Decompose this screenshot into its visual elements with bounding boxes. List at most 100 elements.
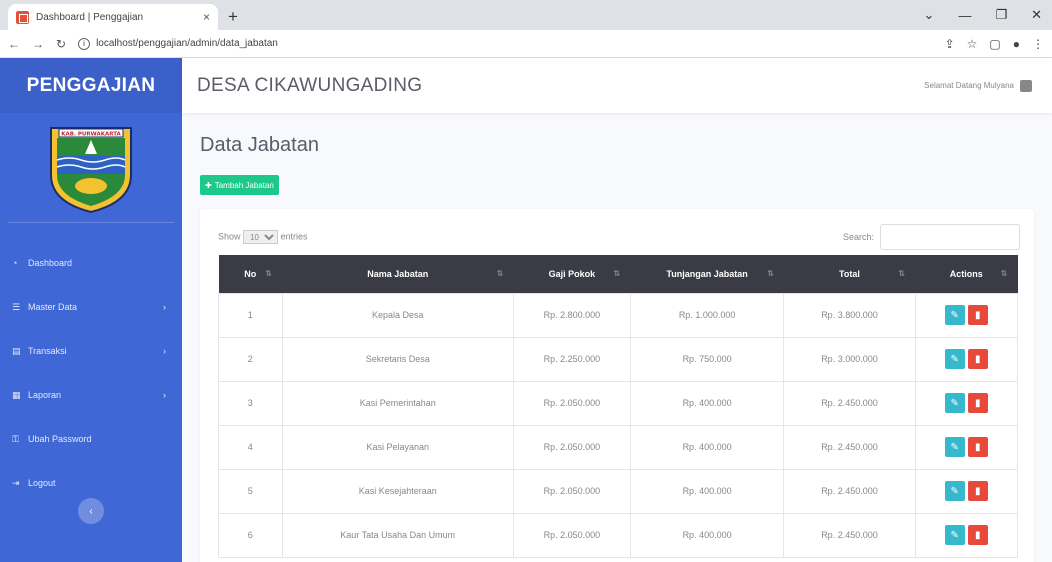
sidebar-item-label: Dashboard <box>28 258 73 268</box>
actions-cell: ✎ ▮ <box>914 292 1019 338</box>
column-header-label: Total <box>839 268 860 279</box>
sidebar-menu: ◔ Dashboard ☰ Master Data › ▤ Transaksi › ▦ Lapor… <box>0 241 182 505</box>
edit-button[interactable]: ✎ <box>944 481 965 501</box>
sidebar-item-laporan[interactable]: ▦ Laporan › <box>0 373 182 417</box>
close-tab-icon[interactable]: × <box>203 10 210 24</box>
sidebar-toggle-button[interactable]: ‹ <box>78 498 104 524</box>
sidebar-item-label: Transaksi <box>28 346 67 356</box>
delete-button[interactable]: ▮ <box>967 393 988 413</box>
village-logo: KAB. PURWAKARTA <box>8 113 174 223</box>
table-cell: Rp. 2.450.000 <box>783 380 916 426</box>
trash-icon: ▮ <box>974 397 981 409</box>
back-icon[interactable]: ← <box>8 37 20 51</box>
edit-button[interactable]: ✎ <box>944 525 965 545</box>
sort-icon: ⇅ <box>898 268 906 278</box>
report-icon: ▦ <box>12 389 21 400</box>
chevron-right-icon: › <box>163 346 166 356</box>
tab-search-icon[interactable]: ⌄ <box>924 7 935 23</box>
entries-select[interactable]: 10 <box>243 230 279 244</box>
address-bar: ← → ↻ i localhost/penggajian/admin/data_… <box>0 30 1052 58</box>
column-header[interactable]: Actions ⇅ <box>915 255 1018 293</box>
table-cell: Kasi Pemerintahan <box>281 380 514 426</box>
dashboard-icon: ◔ <box>12 258 18 268</box>
table-cell: Rp. 2.050.000 <box>513 424 631 470</box>
user-menu[interactable]: Selamat Datang Mulyana <box>924 79 1032 92</box>
logout-icon: ⇥ <box>12 477 20 488</box>
sidebar-item-master-data[interactable]: ☰ Master Data › <box>0 285 182 329</box>
table-cell: Rp. 400.000 <box>629 380 785 426</box>
table-cell: Kepala Desa <box>281 292 514 338</box>
row-actions: ✎ ▮ <box>916 525 1017 545</box>
url-field[interactable]: i localhost/penggajian/admin/data_jabata… <box>78 37 933 50</box>
column-header-label: Nama Jabatan <box>367 268 429 279</box>
actions-cell: ✎ ▮ <box>914 336 1019 382</box>
tab-title: Dashboard | Penggajian <box>36 11 144 23</box>
delete-button[interactable]: ▮ <box>967 481 988 501</box>
menu-kebab-icon[interactable]: ⋮ <box>1032 37 1044 51</box>
row-actions: ✎ ▮ <box>916 481 1017 501</box>
share-icon[interactable]: ⇪ <box>945 37 955 51</box>
table-cell: Rp. 2.050.000 <box>513 512 631 558</box>
column-header[interactable]: Gaji Pokok ⇅ <box>513 255 631 293</box>
edit-icon: ✎ <box>950 353 959 365</box>
table-row: 5 Kasi Kesejahteraan Rp. 2.050.000 Rp. 400.… <box>218 468 1019 514</box>
edit-icon: ✎ <box>950 309 959 321</box>
new-tab-icon[interactable]: + <box>228 7 238 27</box>
sidebar-brand[interactable]: PENGGAJIAN <box>0 58 182 113</box>
search-control: Search: <box>843 224 1020 250</box>
minimize-icon[interactable]: — <box>958 8 971 23</box>
actions-cell: ✎ ▮ <box>914 468 1019 514</box>
table-cell: Rp. 2.450.000 <box>783 512 916 558</box>
edit-icon: ✎ <box>950 397 959 409</box>
table-cell: Rp. 400.000 <box>629 424 785 470</box>
lock-icon: ⚿ <box>12 433 19 444</box>
actions-cell: ✎ ▮ <box>914 380 1019 426</box>
browser-tab[interactable]: Dashboard | Penggajian × <box>8 4 218 30</box>
sort-icon: ⇅ <box>265 268 272 278</box>
delete-button[interactable]: ▮ <box>967 525 988 545</box>
edit-button[interactable]: ✎ <box>944 393 965 413</box>
restore-icon[interactable]: ❐ <box>995 7 1007 23</box>
column-header[interactable]: No ⇅ <box>218 255 282 293</box>
table-header-row: No ⇅ Nama Jabatan ⇅ Gaji Pokok ⇅ Tunjangan Jab… <box>218 255 1018 293</box>
jabatan-table: No ⇅ Nama Jabatan ⇅ Gaji Pokok ⇅ Tunjangan Jab… <box>218 255 1019 558</box>
edit-button[interactable]: ✎ <box>944 349 965 369</box>
forward-icon[interactable]: → <box>32 37 44 51</box>
table-cell: Kasi Kesejahteraan <box>281 468 514 514</box>
edit-button[interactable]: ✎ <box>944 305 965 325</box>
reload-icon[interactable]: ↻ <box>56 37 66 51</box>
row-actions: ✎ ▮ <box>916 437 1017 457</box>
column-header[interactable]: Tunjangan Jabatan ⇅ <box>630 255 784 293</box>
column-header[interactable]: Total ⇅ <box>783 255 916 293</box>
edit-button[interactable]: ✎ <box>944 437 965 457</box>
table-cell: Rp. 750.000 <box>629 336 785 382</box>
sidebar-item-label: Laporan <box>28 390 62 400</box>
entries-control: Show 10 entries <box>218 230 308 244</box>
plus-icon: ✚ <box>205 180 212 190</box>
topbar: DESA CIKAWUNGADING Selamat Datang Mulyan… <box>182 58 1052 113</box>
table-row: 6 Kaur Tata Usaha Dan Umum Rp. 2.050.000 Rp… <box>218 512 1019 558</box>
table-cell: Kasi Pelayanan <box>281 424 514 470</box>
sidebar-item-transaksi[interactable]: ▤ Transaksi › <box>0 329 182 373</box>
table-cell: 2 <box>218 336 283 382</box>
bookmark-star-icon[interactable]: ☆ <box>967 37 978 51</box>
close-window-icon[interactable]: ✕ <box>1031 7 1042 23</box>
table-cell: 4 <box>218 424 283 470</box>
add-jabatan-button[interactable]: ✚ Tambah Jabatan <box>200 175 279 195</box>
delete-button[interactable]: ▮ <box>967 349 988 369</box>
profile-icon[interactable]: ● <box>1013 37 1020 51</box>
delete-button[interactable]: ▮ <box>967 305 988 325</box>
trash-icon: ▮ <box>974 309 981 321</box>
column-header[interactable]: Nama Jabatan ⇅ <box>282 255 514 293</box>
delete-button[interactable]: ▮ <box>967 437 988 457</box>
table-cell: Rp. 400.000 <box>629 512 785 558</box>
table-body: 1 Kepala Desa Rp. 2.800.000 Rp. 1.000.000 Rp… <box>218 292 1019 558</box>
sidebar-item-ubah-password[interactable]: ⚿ Ubah Password <box>0 417 182 461</box>
sidebar-item-label: Logout <box>28 478 56 488</box>
sort-icon: ⇅ <box>1000 268 1008 278</box>
app: PENGGAJIAN KAB. PURWAKARTA ◔ Dashboard ☰ Ma… <box>0 58 1052 562</box>
sidebar-item-dashboard[interactable]: ◔ Dashboard <box>0 241 182 285</box>
sidepanel-icon[interactable]: ▢ <box>989 37 1000 51</box>
site-info-icon[interactable]: i <box>78 37 91 50</box>
search-input[interactable] <box>880 224 1020 250</box>
